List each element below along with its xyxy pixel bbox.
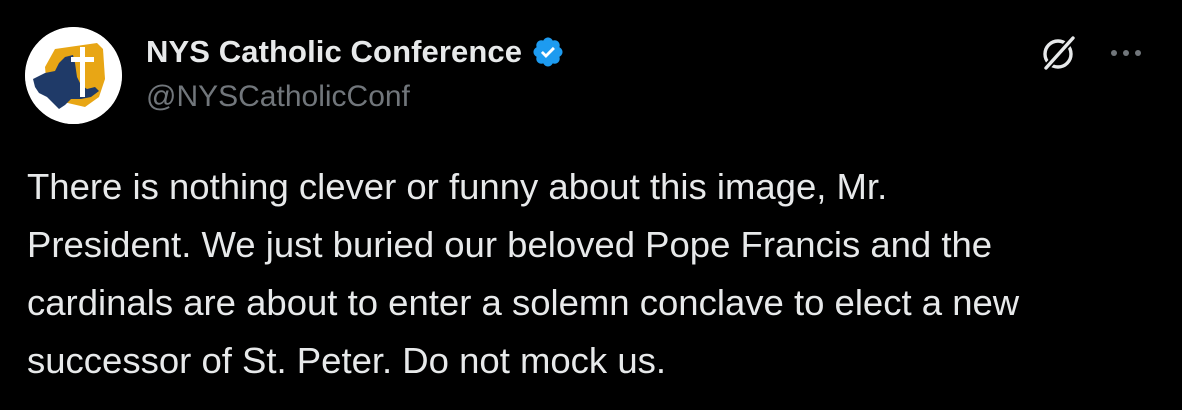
author-handle[interactable]: @NYSCatholicConf xyxy=(146,80,410,114)
nys-map-cross-logo-icon xyxy=(25,27,122,124)
more-options-button[interactable] xyxy=(1098,28,1154,78)
avatar[interactable] xyxy=(25,27,122,124)
author-name-row[interactable]: NYS Catholic Conference xyxy=(146,30,565,74)
tweet-card: NYS Catholic Conference @NYSCatholicConf… xyxy=(0,0,1182,410)
more-options-icon xyxy=(1111,50,1141,56)
grok-icon xyxy=(1042,35,1076,72)
tweet-text: There is nothing clever or funny about t… xyxy=(27,158,1157,390)
grok-button[interactable] xyxy=(1034,28,1084,78)
author-display-name[interactable]: NYS Catholic Conference xyxy=(146,34,522,70)
tweet-text-line: President. We just buried our beloved Po… xyxy=(27,224,993,265)
tweet-text-line: successor of St. Peter. Do not mock us. xyxy=(27,340,667,381)
verified-badge-icon xyxy=(531,35,565,69)
tweet-text-line: cardinals are about to enter a solemn co… xyxy=(27,282,1020,323)
tweet-text-line: There is nothing clever or funny about t… xyxy=(27,166,888,207)
